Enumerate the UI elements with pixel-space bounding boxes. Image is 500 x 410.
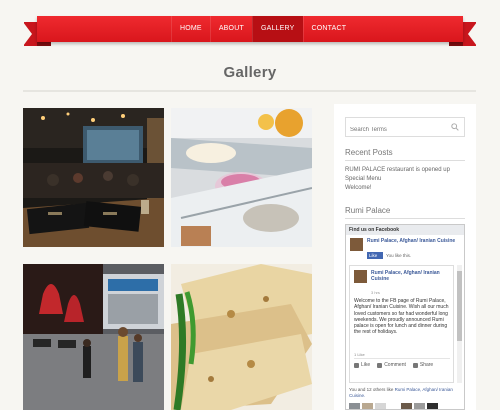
post-actions: Like Comment Share <box>354 362 450 368</box>
facebook-header: Find us on Facebook <box>346 225 464 235</box>
title-divider <box>23 90 476 92</box>
nav-gallery[interactable]: GALLERY <box>251 16 303 42</box>
nav-about[interactable]: ABOUT <box>209 16 252 42</box>
friend-avatars <box>349 403 438 409</box>
post-author-link[interactable]: Rumi Palace, Afghan/ Iranian Cuisine <box>371 270 449 282</box>
gallery-image-restaurant-exterior[interactable] <box>23 264 164 410</box>
recent-post-link[interactable]: RUMI PALACE restaurant is opened up <box>345 166 450 175</box>
recent-post-link[interactable]: Special Menu <box>345 175 450 184</box>
post-share-action[interactable]: Share <box>412 362 433 368</box>
sidebar: Recent Posts RUMI PALACE restaurant is o… <box>334 104 476 410</box>
like-status: You like this. <box>386 253 412 258</box>
page-avatar[interactable] <box>350 238 363 251</box>
nav-contact[interactable]: CONTACT <box>302 16 355 42</box>
comment-icon <box>377 362 383 368</box>
friend-avatar[interactable] <box>401 403 412 409</box>
gallery-image-dessert-case[interactable] <box>171 108 312 247</box>
friend-avatar[interactable] <box>414 403 425 409</box>
main-nav: HOME ABOUT GALLERY CONTACT <box>171 16 354 42</box>
rumi-palace-title: Rumi Palace <box>345 206 391 215</box>
thumbs-up-icon <box>354 362 359 368</box>
post-comment-action[interactable]: Comment <box>377 362 406 368</box>
like-page-button[interactable]: Like <box>367 252 383 259</box>
post-like-count[interactable]: 1 Like <box>354 352 365 357</box>
friend-avatar[interactable] <box>375 403 386 409</box>
share-icon <box>412 362 418 368</box>
nav-home[interactable]: HOME <box>171 16 210 42</box>
page-title: Gallery <box>223 64 277 81</box>
recent-post-link[interactable]: Welcome! <box>345 184 450 193</box>
search-box <box>345 117 465 139</box>
friend-avatar[interactable] <box>362 403 373 409</box>
search-input[interactable] <box>346 121 446 139</box>
friends-like-prefix: You and 12 others like <box>349 387 394 392</box>
facebook-page-info: Rumi Palace, Afghan/ Iranian Cuisine Lik… <box>346 235 464 263</box>
friend-avatar[interactable] <box>388 403 399 409</box>
friends-like-note: You and 12 others like Rumi Palace, Afgh… <box>349 387 461 398</box>
post-avatar[interactable] <box>354 270 367 283</box>
recent-posts-list: RUMI PALACE restaurant is opened up Spec… <box>345 166 450 193</box>
recent-posts-title: Recent Posts <box>345 148 393 157</box>
search-icon[interactable] <box>451 123 459 131</box>
post-like-action[interactable]: Like <box>354 362 370 368</box>
facebook-post: Rumi Palace, Afghan/ Iranian Cuisine 3 h… <box>349 265 454 383</box>
friend-avatar[interactable] <box>349 403 360 409</box>
post-text: Welcome to the FB page of Rumi Palace, A… <box>354 298 449 336</box>
facebook-widget: Find us on Facebook Rumi Palace, Afghan/… <box>345 224 465 410</box>
recent-posts-divider <box>345 160 465 161</box>
facebook-scrollbar[interactable] <box>457 265 462 383</box>
post-divider <box>354 358 450 359</box>
post-timestamp[interactable]: 3 hrs <box>371 290 380 295</box>
gallery-image-naan-bread[interactable] <box>171 264 312 410</box>
scrollbar-thumb[interactable] <box>457 271 462 341</box>
rumi-palace-divider <box>345 218 465 219</box>
friend-avatar[interactable] <box>427 403 438 409</box>
page-name-link[interactable]: Rumi Palace, Afghan/ Iranian Cuisine <box>367 238 457 244</box>
gallery-image-restaurant-interior[interactable] <box>23 108 164 247</box>
